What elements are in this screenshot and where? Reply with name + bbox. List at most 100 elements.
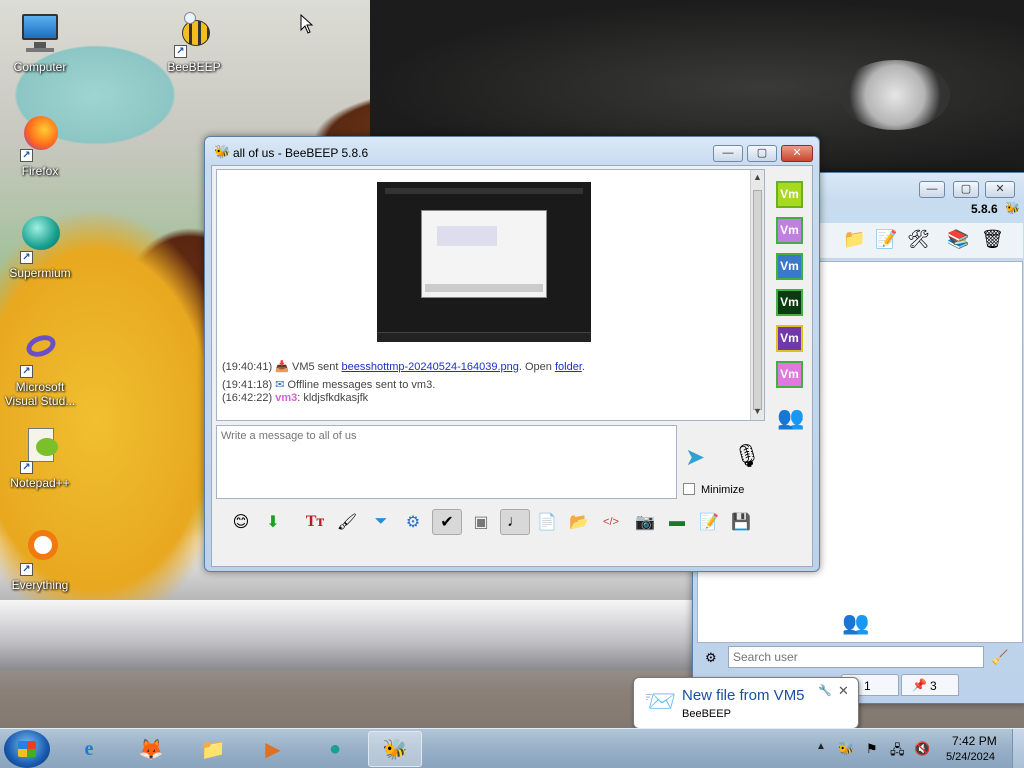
- start-button[interactable]: [4, 730, 50, 768]
- download-icon: 📥: [275, 361, 289, 373]
- scrollbar[interactable]: ▲ ▼: [750, 170, 764, 420]
- tab-groups[interactable]: 📌 3: [901, 674, 959, 696]
- gear-icon[interactable]: ⚙: [400, 509, 426, 535]
- shortcut-arrow-icon: ↗: [20, 461, 33, 474]
- screenshot-thumbnail[interactable]: [377, 182, 591, 342]
- trash-icon[interactable]: 🗑: [981, 229, 1004, 250]
- user-badge[interactable]: Vm: [776, 361, 803, 388]
- wallpaper-stove: [840, 60, 950, 130]
- folder-link[interactable]: folder: [555, 361, 582, 373]
- desktop-icon-label: BeeBEEP: [167, 60, 221, 74]
- taskbar-firefox[interactable]: 🦊: [124, 731, 178, 767]
- user-badge[interactable]: Vm: [776, 289, 803, 316]
- file-link[interactable]: beesshottmp-20240524-164039.png: [342, 361, 519, 373]
- message-row: (19:40:41) 📥 VM5 sent beesshottmp-202405…: [222, 361, 585, 373]
- minimize-button[interactable]: —: [713, 145, 743, 162]
- version-label: 5.8.6: [971, 202, 998, 216]
- scroll-down-icon: ▼: [753, 406, 762, 416]
- message-row: (19:41:18) ✉ Offline messages sent to vm…: [222, 379, 436, 391]
- visual-studio-icon: ↗: [16, 330, 64, 378]
- network-icon[interactable]: 🖧: [890, 741, 905, 763]
- filter-icon[interactable]: ⏷: [368, 509, 394, 535]
- clock-time[interactable]: 7:42 PM: [952, 734, 997, 748]
- window-title: all of us - BeeBEEP 5.8.6: [233, 146, 369, 160]
- emoji-icon[interactable]: 😊: [228, 509, 254, 535]
- minimize-button[interactable]: —: [919, 181, 945, 198]
- shortcut-arrow-icon: ↗: [20, 365, 33, 378]
- send-icon[interactable]: ➤: [685, 443, 705, 472]
- download-arrow-icon[interactable]: ⬇: [260, 509, 286, 535]
- action-center-icon[interactable]: ⚑: [866, 741, 878, 757]
- minimize-label: Minimize: [701, 484, 745, 496]
- message-area: (19:40:41) 📥 VM5 sent beesshottmp-202405…: [216, 169, 765, 421]
- edit-icon[interactable]: 📝: [875, 229, 897, 250]
- notepadpp-icon: ↗: [16, 426, 64, 474]
- close-button[interactable]: ✕: [985, 181, 1015, 198]
- send-folder-icon[interactable]: 📂: [566, 509, 592, 535]
- add-users-icon[interactable]: 👥: [777, 405, 804, 431]
- user-badge[interactable]: Vm: [776, 253, 803, 280]
- html-icon[interactable]: </>: [598, 509, 624, 535]
- taskbar-supermium[interactable]: ●: [308, 731, 362, 767]
- desktop-icon-visual-studio[interactable]: ↗ Microsoft Visual Stud...: [0, 330, 80, 408]
- save-icon[interactable]: 💾: [728, 509, 754, 535]
- maximize-button[interactable]: ▢: [953, 181, 979, 198]
- notes-icon[interactable]: 📝: [696, 509, 722, 535]
- wrench-icon[interactable]: 🔧: [818, 684, 832, 697]
- settings-icon[interactable]: 🛠: [907, 229, 930, 250]
- clock-date[interactable]: 5/24/2024: [946, 751, 995, 763]
- chat-toolbar: 😊 ⬇ Tт 🖌 ⏷ ⚙ ✔ ▣ ♩ 📄 📂 </> 📷 ▬ 📝 💾: [212, 503, 812, 541]
- pin-icon: 📌: [912, 678, 927, 692]
- shortcut-arrow-icon: ↗: [20, 251, 33, 264]
- message-input[interactable]: [216, 425, 677, 499]
- notification-balloon[interactable]: 📨 New file from VM5 BeeBEEP 🔧 ✕: [633, 677, 859, 741]
- volume-muted-icon[interactable]: 🔇: [914, 741, 930, 757]
- desktop-icon-notepadpp[interactable]: ↗ Notepad++: [0, 426, 80, 490]
- minimize-checkbox[interactable]: [683, 483, 695, 495]
- send-file-icon[interactable]: 📄: [534, 509, 560, 535]
- message-row: (16:42:22) vm3: kldjsfkdkasjfk: [222, 392, 369, 404]
- taskbar-ie[interactable]: e: [62, 731, 116, 767]
- chat-window[interactable]: 🐝 all of us - BeeBEEP 5.8.6 — ▢ ✕ (19:40…: [204, 136, 820, 572]
- taskbar-explorer[interactable]: 📁: [186, 731, 240, 767]
- shortcut-arrow-icon: ↗: [20, 149, 33, 162]
- microphone-icon[interactable]: 🎙: [733, 443, 761, 469]
- mail-icon: 📨: [644, 686, 677, 716]
- user-badge[interactable]: Vm: [776, 217, 803, 244]
- user-badge[interactable]: Vm: [776, 181, 803, 208]
- dictionary-icon[interactable]: ▣: [468, 509, 494, 535]
- notification-subtitle: BeeBEEP: [682, 708, 731, 720]
- gear-icon[interactable]: ⚙: [705, 650, 717, 666]
- camera-icon[interactable]: 📷: [632, 509, 658, 535]
- desktop-icon-supermium[interactable]: ↗ Supermium: [0, 216, 80, 280]
- folder-icon[interactable]: 📁: [843, 229, 865, 250]
- spellcheck-icon[interactable]: ✔: [432, 509, 462, 535]
- desktop-icon-computer[interactable]: Computer: [0, 10, 80, 74]
- search-user-input[interactable]: [728, 646, 984, 668]
- desktop-icon-everything[interactable]: ↗ Everything: [0, 528, 80, 592]
- desktop-icon-label: Computer: [13, 60, 67, 74]
- clear-brush-icon[interactable]: 🧹: [991, 649, 1008, 666]
- bee-icon: ↗: [170, 10, 218, 58]
- close-icon[interactable]: ✕: [838, 683, 849, 699]
- taskbar-beebeep[interactable]: 🐝: [368, 731, 422, 767]
- taskbar-media-player[interactable]: ▶: [246, 731, 300, 767]
- bee-icon: 🐝: [214, 144, 231, 159]
- scroll-thumb[interactable]: [753, 190, 762, 410]
- font-icon[interactable]: Tт: [302, 509, 328, 535]
- desktop-icon-firefox[interactable]: ↗ Firefox: [0, 114, 80, 178]
- envelope-icon: ✉: [275, 379, 285, 391]
- close-button[interactable]: ✕: [781, 145, 813, 162]
- maximize-button[interactable]: ▢: [747, 145, 777, 162]
- screenshot-icon[interactable]: ▬: [664, 509, 690, 535]
- desktop-icon-beebeep[interactable]: ↗ BeeBEEP: [154, 10, 234, 74]
- user-badge[interactable]: Vm: [776, 325, 803, 352]
- beebeep-tray-icon[interactable]: 🐝: [838, 741, 854, 757]
- color-icon[interactable]: 🖌: [334, 509, 360, 535]
- show-desktop-button[interactable]: [1012, 729, 1024, 768]
- taskbar: e 🦊 📁 ▶ ● 🐝 ▲ 🐝 ⚑ 🖧 🔇 7:42 PM 5/24/2024: [0, 728, 1024, 768]
- desktop-icon-label: Notepad++: [10, 476, 70, 490]
- show-hidden-icons[interactable]: ▲: [816, 741, 826, 752]
- users-book-icon[interactable]: 📚: [947, 229, 969, 250]
- note-icon[interactable]: ♩: [500, 509, 530, 535]
